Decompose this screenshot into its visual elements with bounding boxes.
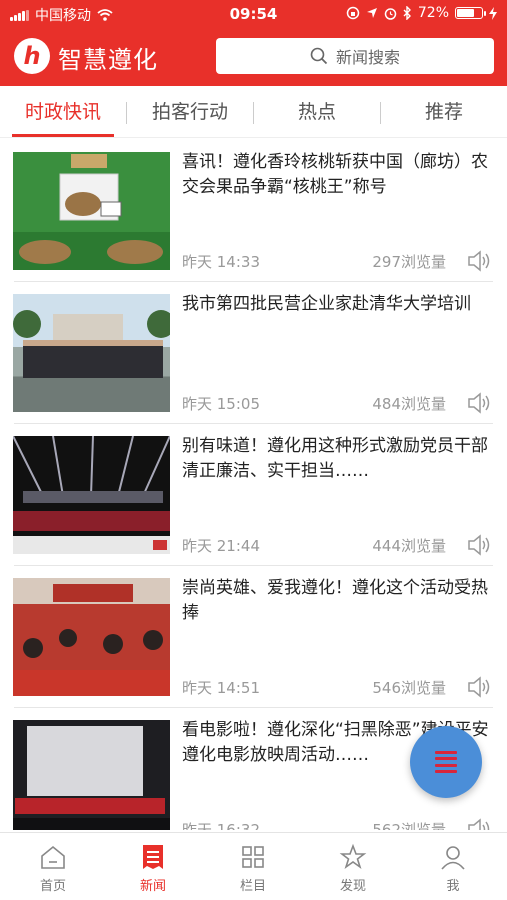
walnut-photo-icon <box>13 154 170 270</box>
tab-photo-action[interactable]: 拍客行动 <box>131 86 249 138</box>
search-placeholder: 新闻搜索 <box>335 48 400 67</box>
lock-rotation-icon <box>346 6 360 20</box>
news-date: 昨天 14:33 <box>182 253 260 271</box>
tab-politics-news[interactable]: 时政快讯 <box>4 86 122 138</box>
news-icon <box>143 845 163 869</box>
news-thumbnail <box>13 152 170 270</box>
tab-divider <box>126 102 127 124</box>
nav-me-label: 我 <box>446 879 460 894</box>
nav-home-label: 首页 <box>39 879 66 894</box>
speaker-icon[interactable] <box>466 817 492 830</box>
news-title: 喜讯！遵化香玲核桃斩获中国（廊坊）农交会果品争霸“核桃王”称号 <box>182 152 488 197</box>
news-views: 562浏览量 <box>372 821 446 830</box>
tab-hot[interactable]: 热点 <box>258 86 376 138</box>
news-thumbnail <box>13 294 170 412</box>
home-icon <box>41 845 65 869</box>
search-bar[interactable]: 新闻搜索 <box>216 38 494 74</box>
alarm-icon <box>384 7 397 20</box>
speaker-icon[interactable] <box>466 249 492 273</box>
nav-discover[interactable]: 发现 <box>318 843 388 894</box>
speaker-icon[interactable] <box>466 533 492 557</box>
news-thumbnail <box>13 578 170 696</box>
news-views: 484浏览量 <box>372 395 446 413</box>
floating-menu-button[interactable] <box>410 726 482 798</box>
app-title: 智慧遵化 <box>58 46 158 74</box>
news-item[interactable]: 我市第四批民营企业家赴清华大学培训 昨天 15:05 484浏览量 <box>0 282 507 424</box>
status-bar: 中国移动 09:54 72% <box>0 0 507 28</box>
movie-screen-photo-icon <box>13 726 170 830</box>
search-icon <box>310 47 328 65</box>
group-photo-icon <box>13 310 170 378</box>
nav-columns[interactable]: 栏目 <box>218 843 288 894</box>
news-thumbnail <box>13 720 170 830</box>
news-item[interactable]: 喜讯！遵化香玲核桃斩获中国（廊坊）农交会果品争霸“核桃王”称号 昨天 14:33… <box>0 140 507 282</box>
news-views: 546浏览量 <box>372 679 446 697</box>
tab-divider <box>380 102 381 124</box>
battery-icon <box>455 7 486 19</box>
bluetooth-icon <box>403 6 411 20</box>
news-item[interactable]: 崇尚英雄、爱我遵化！遵化这个活动受热捧 昨天 14:51 546浏览量 <box>0 566 507 708</box>
news-date: 昨天 14:51 <box>182 679 260 697</box>
news-thumbnail <box>13 436 170 554</box>
news-date: 昨天 21:44 <box>182 537 260 555</box>
nav-me[interactable]: 我 <box>418 843 488 894</box>
nav-home[interactable]: 首页 <box>18 843 88 894</box>
speaker-icon[interactable] <box>466 675 492 699</box>
bottom-nav: 首页 新闻 栏目 发现 我 <box>0 832 507 900</box>
nav-discover-label: 发现 <box>339 879 366 894</box>
stage-photo-icon <box>13 436 170 554</box>
crowd-photo-icon <box>13 584 170 696</box>
user-icon <box>441 846 465 870</box>
charging-icon <box>489 6 497 20</box>
news-title: 别有味道！遵化用这种形式激励党员干部清正廉洁、实干担当…… <box>182 436 488 481</box>
discover-icon <box>339 843 367 870</box>
news-list: 喜讯！遵化香玲核桃斩获中国（廊坊）农交会果品争霸“核桃王”称号 昨天 14:33… <box>0 140 507 830</box>
nav-news-label: 新闻 <box>139 879 166 894</box>
tab-divider <box>253 102 254 124</box>
active-tab-indicator <box>12 134 114 137</box>
news-views: 444浏览量 <box>372 537 446 555</box>
news-views: 297浏览量 <box>372 253 446 271</box>
battery-percent: 72% <box>417 5 449 21</box>
news-title: 我市第四批民营企业家赴清华大学培训 <box>182 294 471 314</box>
app-header: 中国移动 09:54 72% h 智慧遵化 新闻搜索 <box>0 0 507 86</box>
nav-news[interactable]: 新闻 <box>118 843 188 894</box>
news-title: 崇尚英雄、爱我遵化！遵化这个活动受热捧 <box>182 578 488 623</box>
speaker-icon[interactable] <box>466 391 492 415</box>
location-icon <box>366 8 377 18</box>
app-logo[interactable]: h <box>14 38 50 74</box>
tab-recommend[interactable]: 推荐 <box>385 86 503 138</box>
grid-icon <box>242 846 264 868</box>
nav-columns-label: 栏目 <box>239 879 266 894</box>
news-date: 昨天 15:05 <box>182 395 260 413</box>
menu-lines-icon <box>435 751 457 773</box>
news-item[interactable]: 别有味道！遵化用这种形式激励党员干部清正廉洁、实干担当…… 昨天 21:44 4… <box>0 424 507 566</box>
news-date: 昨天 16:32 <box>182 821 260 830</box>
